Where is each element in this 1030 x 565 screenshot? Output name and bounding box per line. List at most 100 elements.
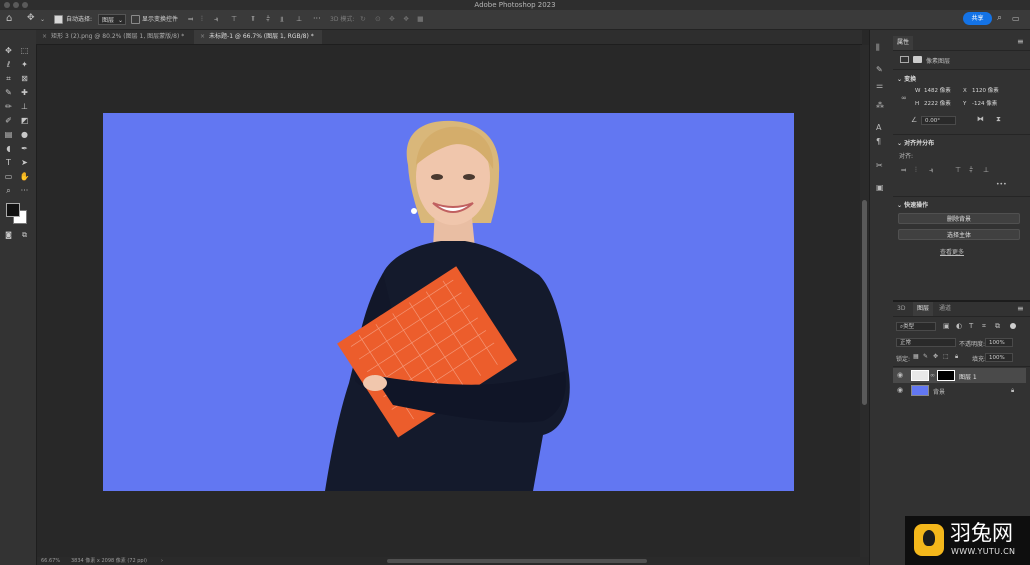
home-icon[interactable]: ⌂ <box>6 13 12 24</box>
share-button[interactable]: 共享 <box>963 12 992 25</box>
crop-tool-icon[interactable]: ⌗ <box>3 74 14 84</box>
layer-name[interactable]: 背景 <box>933 387 945 396</box>
history-panel-icon[interactable]: ⫼ <box>876 42 880 53</box>
horizontal-scroll-thumb[interactable] <box>387 559 647 563</box>
panel-menu-icon[interactable]: ≡ <box>1017 36 1024 47</box>
frame-tool-icon[interactable]: ⊠ <box>19 74 30 84</box>
visibility-eye-icon[interactable]: ◉ <box>897 385 903 396</box>
screen-mode-icon[interactable]: ⧉ <box>19 230 30 240</box>
chain-link-icon[interactable]: ∞ <box>930 370 935 381</box>
path-select-icon[interactable]: ➤ <box>19 158 30 168</box>
close-tab-icon[interactable]: × <box>42 33 47 40</box>
search-icon[interactable]: ⌕ <box>997 13 1002 24</box>
distribute-bottom-icon[interactable]: ⫫ <box>280 14 284 25</box>
character-panel-icon[interactable]: A <box>876 122 881 133</box>
align-center-h-icon[interactable]: ⫶ <box>201 14 203 25</box>
align-right-edges-icon[interactable]: ⫣ <box>929 165 933 176</box>
tab-3d[interactable]: 3D <box>893 302 909 316</box>
lock-image-icon[interactable]: ✎ <box>923 351 928 362</box>
align-horizontal-centers-icon[interactable]: ⫶ <box>915 165 917 176</box>
move-tool-icon[interactable]: ✥ <box>3 46 14 56</box>
foreground-color-swatch[interactable] <box>6 203 20 217</box>
lock-position-icon[interactable]: ✥ <box>933 351 938 362</box>
workspace-icon[interactable]: ▭ <box>1012 13 1020 24</box>
show-transform-checkbox[interactable] <box>131 15 140 24</box>
distribute-top-icon[interactable]: ⫪ <box>251 14 255 25</box>
fill-field[interactable]: 100% <box>985 353 1013 362</box>
paragraph-panel-icon[interactable]: ¶ <box>876 136 881 147</box>
align-right-icon[interactable]: ⫣ <box>214 14 218 25</box>
magic-wand-icon[interactable]: ✦ <box>19 60 30 70</box>
auto-select-checkbox[interactable] <box>54 15 63 24</box>
dodge-tool-icon[interactable]: ◖ <box>3 144 14 154</box>
libraries-icon[interactable]: ▣ <box>876 182 884 193</box>
distribute-center-icon[interactable]: ⫩ <box>266 14 270 25</box>
flip-vertical-icon[interactable]: ⧗ <box>996 114 1001 125</box>
artboard-tool-icon[interactable]: ⬚ <box>19 46 30 56</box>
layer-name[interactable]: 图层 1 <box>959 372 977 381</box>
lock-artboard-icon[interactable]: ⬚ <box>943 351 949 362</box>
align-more-icon[interactable]: ••• <box>996 181 1007 188</box>
lock-all-icon[interactable]: 🔒︎ <box>955 351 958 362</box>
x-field[interactable]: 1120 像素 <box>972 87 999 96</box>
lock-icon[interactable]: 🔒︎ <box>1011 385 1014 396</box>
eyedropper-icon[interactable]: ✎ <box>3 88 14 98</box>
zoom-tool-icon[interactable]: ⌕ <box>3 186 14 196</box>
distribute-left-icon[interactable]: ⊥ <box>296 14 302 25</box>
close-tab-icon[interactable]: × <box>200 33 205 40</box>
history-brush-icon[interactable]: ✐ <box>3 116 14 126</box>
tools-preset-icon[interactable]: ✂ <box>876 160 883 171</box>
align-top-edges-icon[interactable]: ⊤ <box>955 165 961 176</box>
blend-mode-dropdown[interactable]: 正常 <box>896 338 956 347</box>
filter-shape-icon[interactable]: ⌗ <box>982 321 986 332</box>
filter-pixel-icon[interactable]: ▣ <box>943 321 950 332</box>
move-tool-icon[interactable]: ✥ <box>27 13 35 24</box>
align-top-icon[interactable]: ⊤ <box>231 14 237 25</box>
type-tool-icon[interactable]: T <box>3 158 14 168</box>
tab-document-2[interactable]: × 未标题-1 @ 66.7% (图层 1, RGB/8) * <box>194 30 322 44</box>
y-field[interactable]: -124 像素 <box>972 100 997 109</box>
filter-adjustment-icon[interactable]: ◐ <box>956 321 962 332</box>
layer-row-background[interactable]: ◉ 背景 🔒︎ <box>893 383 1026 398</box>
brush-settings-icon[interactable]: ✎ <box>876 64 883 75</box>
rectangle-tool-icon[interactable]: ▭ <box>3 172 14 182</box>
lasso-tool-icon[interactable]: ℓ <box>3 60 14 70</box>
lock-transparent-icon[interactable]: ▦ <box>913 351 919 362</box>
more-options-icon[interactable]: ··· <box>313 13 321 24</box>
visibility-eye-icon[interactable]: ◉ <box>897 370 903 381</box>
healing-brush-icon[interactable]: ✚ <box>19 88 30 98</box>
blur-tool-icon[interactable]: ● <box>19 130 30 140</box>
zoom-level[interactable]: 66.67% <box>41 557 60 565</box>
opacity-field[interactable]: 100% <box>985 338 1013 347</box>
see-more-link[interactable]: 查看更多 <box>940 247 964 256</box>
layer-row-layer1[interactable]: ◉ ∞ 图层 1 <box>893 368 1026 383</box>
layer-mask-thumbnail[interactable] <box>937 370 955 381</box>
angle-field[interactable]: 0.00° <box>921 116 956 125</box>
chevron-right-icon[interactable]: › <box>161 557 163 565</box>
tab-layers[interactable]: 图层 <box>913 302 934 316</box>
tab-channels[interactable]: 通道 <box>935 302 955 316</box>
brush-tool-icon[interactable]: ✏ <box>3 102 14 112</box>
layer-mask-icon[interactable] <box>913 56 922 63</box>
hand-tool-icon[interactable]: ✋ <box>19 172 30 182</box>
flip-horizontal-icon[interactable]: ⧓ <box>977 114 984 125</box>
layers-panel-menu-icon[interactable]: ≡ <box>1017 303 1024 314</box>
link-icon[interactable]: ∞ <box>901 93 907 104</box>
canvas[interactable] <box>103 113 794 491</box>
filter-type-icon[interactable]: T <box>969 321 973 332</box>
tab-properties[interactable]: 属性 <box>893 36 914 50</box>
adjustments-icon[interactable]: ⚌ <box>876 80 883 91</box>
more-tools-icon[interactable]: ··· <box>19 186 30 196</box>
layer-filter-dropdown[interactable]: ⌕类型 <box>896 322 936 331</box>
width-field[interactable]: 1482 像素 <box>924 87 951 96</box>
remove-background-button[interactable]: 删除背景 <box>898 213 1020 224</box>
align-left-edges-icon[interactable]: ⫤ <box>901 165 906 176</box>
align-bottom-edges-icon[interactable]: ⊥ <box>983 165 989 176</box>
height-field[interactable]: 2222 像素 <box>924 100 951 109</box>
align-left-icon[interactable]: ⫤ <box>188 14 193 25</box>
tab-document-1[interactable]: × 矩形 3 (2).png @ 80.2% (图层 1, 图层蒙版/8) * <box>36 30 194 44</box>
filter-toggle-icon[interactable] <box>1010 323 1016 329</box>
auto-select-dropdown[interactable]: 图层 ⌄ <box>98 14 126 25</box>
gradient-tool-icon[interactable]: ▤ <box>3 130 14 140</box>
pen-tool-icon[interactable]: ✒ <box>19 144 30 154</box>
